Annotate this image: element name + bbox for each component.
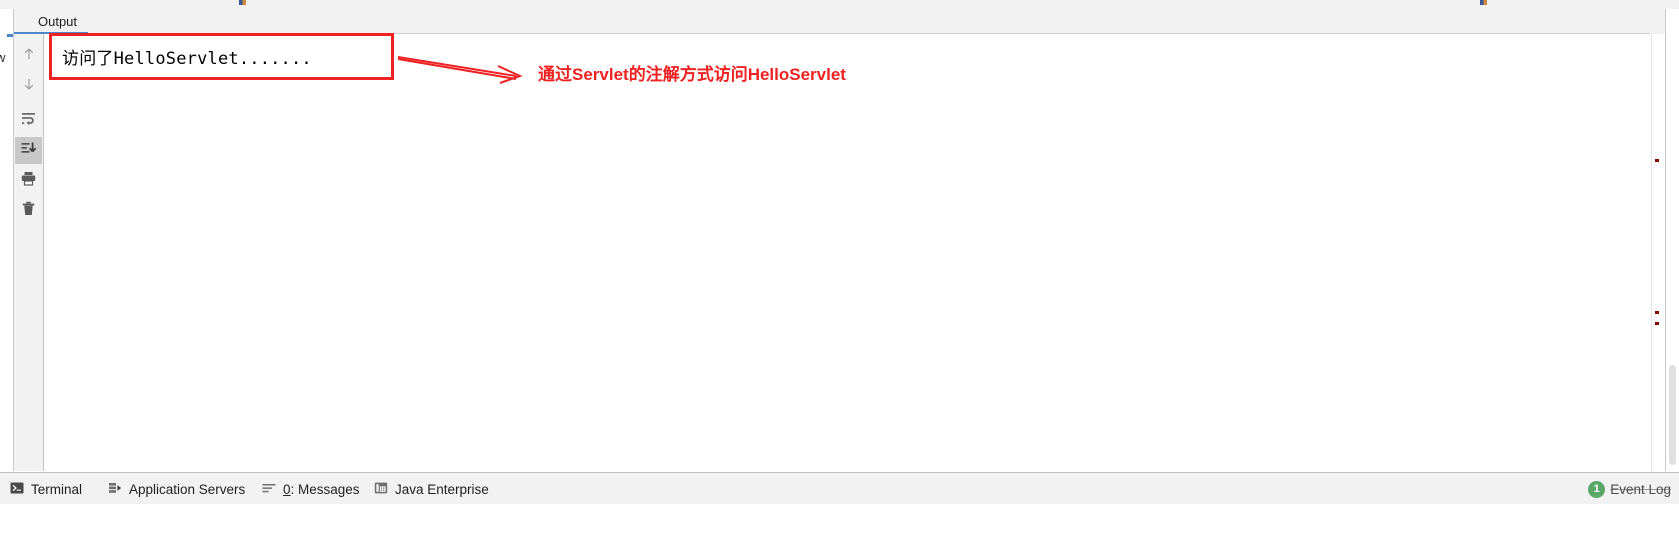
messages-mnemonic: 0 — [283, 481, 291, 497]
scroll-up-button[interactable] — [15, 43, 42, 70]
scroll-down-button[interactable] — [15, 73, 42, 100]
status-item-application-servers-label: Application Servers — [129, 481, 246, 497]
print-button[interactable] — [15, 167, 42, 194]
clear-all-button[interactable] — [15, 197, 42, 224]
status-item-java-enterprise-label: Java Enterprise — [395, 481, 489, 497]
tab-output[interactable]: Output — [30, 9, 85, 34]
app-servers-icon — [108, 481, 122, 498]
event-log-badge: 1 — [1588, 480, 1606, 498]
status-item-java-enterprise[interactable]: Java Enterprise — [374, 473, 489, 505]
adjacent-tool-window-sliver: w — [0, 9, 14, 471]
scroll-down-icon — [21, 76, 37, 97]
below-status-bar-fill — [0, 504, 1679, 538]
messages-text: Messages — [298, 481, 360, 497]
tab-output-label: Output — [38, 14, 78, 29]
soft-wrap-button[interactable] — [15, 107, 42, 134]
toolbar-nub-left — [239, 0, 246, 5]
soft-wrap-icon — [20, 110, 37, 132]
messages-icon — [262, 481, 276, 498]
scrollbar-thumb[interactable] — [1669, 365, 1676, 465]
status-item-messages[interactable]: 0: Messages — [262, 473, 360, 505]
annotation-text: 通过Servlet的注解方式访问HelloServlet — [538, 65, 846, 84]
console-line: 访问了HelloServlet....... — [62, 49, 312, 69]
event-log-label: Event Log — [1610, 481, 1671, 497]
trash-icon — [20, 200, 37, 222]
status-item-terminal-label: Terminal — [31, 481, 83, 497]
scroll-up-icon — [21, 46, 37, 67]
print-icon — [20, 170, 37, 192]
error-stripe-mark[interactable] — [1655, 311, 1659, 314]
scroll-to-end-button[interactable] — [15, 137, 42, 164]
bottom-tool-window-bar: Terminal Application Servers 0: Messages — [0, 472, 1679, 506]
toolbar-nub-right — [1480, 0, 1487, 5]
sliver-active-indicator — [7, 34, 13, 37]
error-stripe-mark[interactable] — [1655, 322, 1659, 325]
error-stripe-mark[interactable] — [1655, 159, 1659, 162]
scroll-to-end-icon — [20, 140, 37, 162]
status-item-messages-label: 0: Messages — [283, 481, 360, 497]
status-item-application-servers[interactable]: Application Servers — [108, 473, 245, 505]
status-item-terminal[interactable]: Terminal — [10, 473, 82, 505]
console-toolbar — [14, 34, 44, 471]
sliver-cut-label: w — [0, 50, 5, 65]
java-enterprise-icon — [374, 481, 388, 498]
terminal-icon — [10, 481, 24, 498]
console-output-area[interactable]: 访问了HelloServlet....... — [44, 34, 1651, 471]
right-scrollbar-area[interactable] — [1665, 9, 1679, 471]
tab-bar: Output — [14, 9, 1679, 35]
event-log-button[interactable]: 1 Event Log — [1588, 473, 1671, 505]
error-stripe-gutter[interactable] — [1651, 34, 1666, 471]
